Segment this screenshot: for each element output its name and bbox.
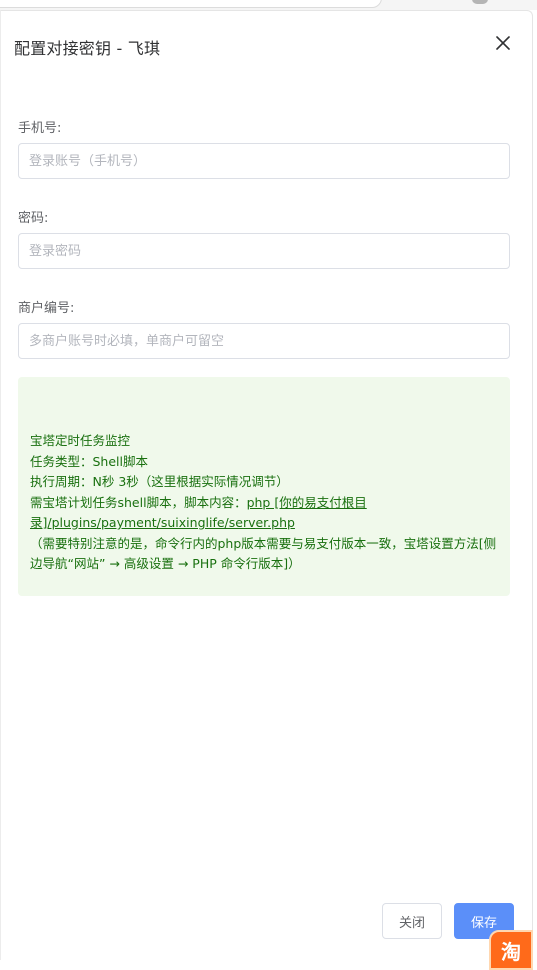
phone-input[interactable] [18, 143, 510, 179]
cron-notice: 宝塔定时任务监控 任务类型：Shell脚本 执行周期：N秒 3秒（这里根据实际情… [18, 377, 510, 596]
notice-line-warning: （需要特别注意的是，命令行内的php版本需要与易支付版本一致，宝塔设置方法[侧边… [30, 535, 497, 572]
notice-line-script: 需宝塔计划任务shell脚本，脚本内容：php [你的易支付根目录]/plugi… [30, 493, 498, 534]
notice-line-period: 执行周期：N秒 3秒（这里根据实际情况调节） [30, 474, 289, 489]
background-search-bar [0, 0, 382, 8]
config-drawer: 配置对接密钥 - 飞琪 手机号: 密码: 商户编号: 宝塔定时任务监控 任务类型… [0, 10, 533, 960]
merchant-id-input[interactable] [18, 323, 510, 359]
notice-script-prefix: 需宝塔计划任务shell脚本，脚本内容： [30, 494, 247, 510]
phone-label: 手机号: [18, 121, 62, 136]
close-icon[interactable] [493, 33, 513, 53]
merchant-id-label: 商户编号: [18, 301, 75, 316]
close-button[interactable]: 关闭 [382, 903, 442, 939]
password-label: 密码: [18, 211, 49, 226]
notice-line-title: 宝塔定时任务监控 [30, 433, 131, 448]
notice-line-task-type: 任务类型：Shell脚本 [30, 453, 148, 469]
taobao-badge[interactable]: 淘 [489, 930, 533, 970]
background-avatar [472, 0, 488, 4]
password-input[interactable] [18, 233, 510, 269]
background-page-strip [0, 0, 537, 10]
dialog-title: 配置对接密钥 - 飞琪 [14, 39, 161, 58]
